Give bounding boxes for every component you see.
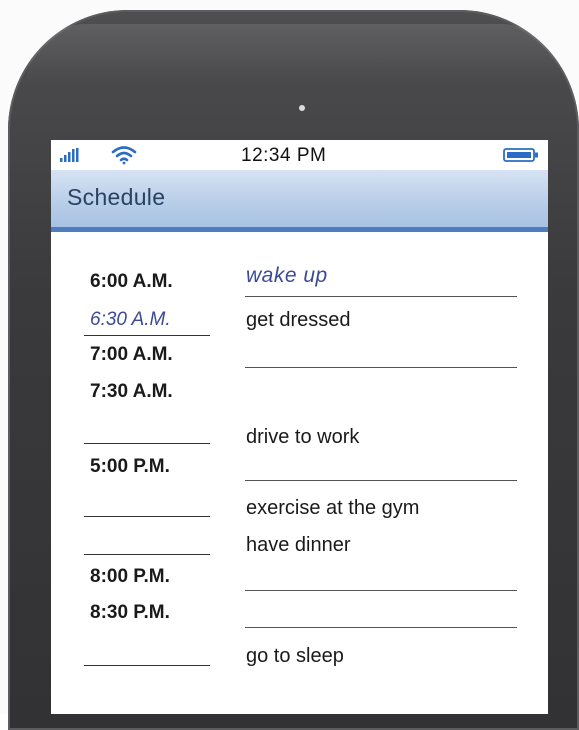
battery-icon: [503, 148, 539, 162]
schedule-time: 7:00 A.M.: [90, 344, 220, 366]
schedule-row: drive to work: [51, 420, 548, 460]
schedule-time: 8:00 P.M.: [90, 566, 220, 588]
schedule-activity: have dinner: [246, 534, 351, 557]
schedule-activity: go to sleep: [246, 645, 344, 668]
activity-blank-line: [245, 480, 517, 481]
schedule-row: 7:30 A.M.: [51, 381, 548, 421]
schedule-row: 6:30 A.M. get dressed: [51, 305, 548, 345]
schedule-time: 5:00 P.M.: [90, 456, 220, 478]
status-bar: 12:34 PM: [51, 140, 548, 170]
activity-blank-line: [245, 296, 517, 297]
schedule-row: go to sleep: [51, 643, 548, 683]
schedule-time: 8:30 P.M.: [90, 602, 220, 624]
activity-blank-line: [245, 590, 517, 591]
status-time: 12:34 PM: [241, 145, 326, 167]
signal-bars-icon: [60, 148, 82, 162]
camera-icon: [299, 105, 305, 111]
time-blank-line: [84, 554, 210, 555]
nav-bar: Schedule: [51, 170, 548, 232]
schedule-activity: exercise at the gym: [246, 497, 419, 520]
time-blank-line: [84, 443, 210, 444]
schedule-row: 6:00 A.M. wake up: [51, 260, 548, 300]
schedule-row: exercise at the gym: [51, 495, 548, 535]
schedule-row: 5:00 P.M.: [51, 455, 548, 495]
time-blank-line: [84, 665, 210, 666]
schedule-activity: wake up: [246, 264, 328, 288]
schedule-activity: get dressed: [246, 309, 351, 332]
schedule-time: 6:30 A.M.: [90, 309, 220, 331]
activity-blank-line: [245, 627, 517, 628]
phone-screen: 12:34 PM Schedule 6:00 A.M. wake up 6:30…: [51, 140, 548, 714]
schedule-row: 8:30 P.M.: [51, 600, 548, 640]
schedule-time: 7:30 A.M.: [90, 381, 220, 403]
time-blank-line: [84, 335, 210, 336]
activity-blank-line: [245, 367, 517, 368]
page-title: Schedule: [67, 184, 165, 211]
wifi-icon: [111, 145, 137, 165]
schedule-time: 6:00 A.M.: [90, 271, 220, 293]
time-blank-line: [84, 516, 210, 517]
schedule-row: 7:00 A.M.: [51, 344, 548, 384]
schedule-activity: drive to work: [246, 426, 359, 449]
